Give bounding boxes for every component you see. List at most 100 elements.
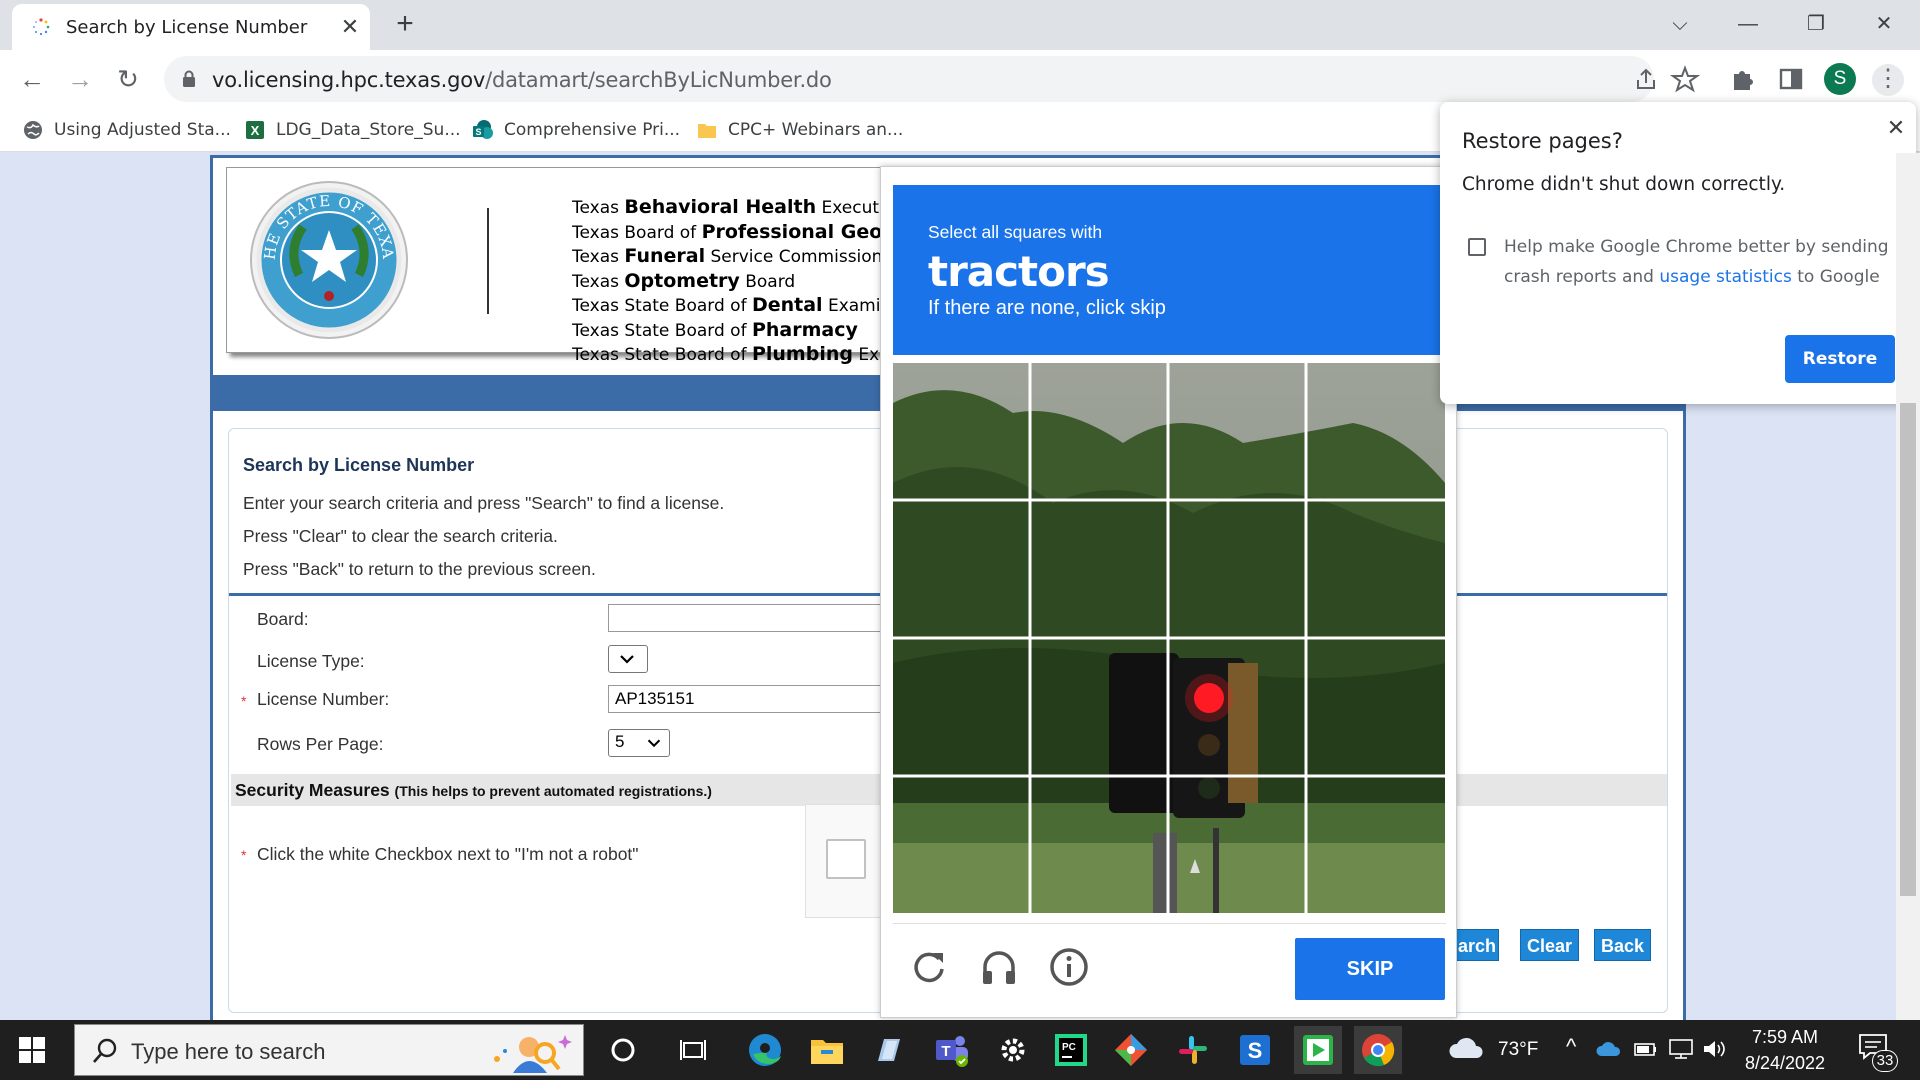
instruction-text: Enter your search criteria and press "Se… xyxy=(243,493,725,513)
forward-arrow-icon[interactable]: → xyxy=(64,64,96,96)
crash-report-label: Help make Google Chrome better by sendin… xyxy=(1504,237,1889,287)
info-icon[interactable] xyxy=(1047,945,1091,989)
grid-tile[interactable] xyxy=(1031,777,1167,913)
required-asterisk: * xyxy=(241,847,247,863)
grid-tile[interactable] xyxy=(1307,501,1443,637)
grid-tile[interactable] xyxy=(1169,363,1305,499)
grid-tile[interactable] xyxy=(1169,639,1305,775)
tab-close-icon[interactable]: ✕ xyxy=(336,13,364,41)
restore-button[interactable]: Restore xyxy=(1785,335,1895,383)
grid-tile[interactable] xyxy=(1031,363,1167,499)
grid-tile[interactable] xyxy=(1307,639,1443,775)
task-view-icon[interactable] xyxy=(672,1030,714,1070)
form-title: Search by License Number xyxy=(243,455,475,475)
taskbar-search[interactable]: Type here to search xyxy=(74,1024,584,1076)
new-tab-button[interactable]: + xyxy=(390,9,420,40)
bookmark-folder[interactable]: CPC+ Webinars an... xyxy=(696,116,903,144)
media-player-icon[interactable] xyxy=(1294,1026,1342,1074)
share-icon[interactable] xyxy=(1632,66,1660,94)
url-text: vo.licensing.hpc.texas.gov/datamart/sear… xyxy=(212,68,832,92)
rows-per-page-label: Rows Per Page: xyxy=(257,734,384,754)
tray-chevron-up-icon[interactable]: ^ xyxy=(1566,1034,1576,1060)
grid-tile[interactable] xyxy=(893,501,1029,637)
bookmark-item[interactable]: Using Adjusted Sta... xyxy=(22,116,231,144)
clear-button[interactable]: Clear xyxy=(1520,929,1580,961)
usage-statistics-link[interactable]: usage statistics xyxy=(1659,267,1791,287)
svg-text:T: T xyxy=(941,1043,950,1060)
bookmark-item[interactable]: S Comprehensive Pri... xyxy=(472,116,680,144)
profile-avatar[interactable]: S xyxy=(1824,63,1856,95)
rows-per-page-select[interactable]: 5 xyxy=(608,729,670,757)
minimize-button[interactable]: — xyxy=(1728,8,1768,40)
grid-tile[interactable] xyxy=(1031,501,1167,637)
page-scrollbar[interactable] xyxy=(1896,153,1920,1020)
back-button[interactable]: Back xyxy=(1594,929,1652,961)
svg-text:S: S xyxy=(1248,1038,1263,1063)
chevron-down-icon xyxy=(620,655,634,664)
notification-center[interactable]: 33 xyxy=(1858,1032,1902,1072)
loading-spinner-icon xyxy=(33,18,50,36)
close-window-button[interactable]: ✕ xyxy=(1864,8,1904,40)
temperature[interactable]: 73°F xyxy=(1498,1039,1538,1061)
grid-tile[interactable] xyxy=(1169,501,1305,637)
crash-report-checkbox[interactable] xyxy=(1468,238,1486,256)
browser-tab[interactable]: Search by License Number ✕ xyxy=(12,4,370,50)
required-asterisk: * xyxy=(241,693,247,709)
settings-gear-icon[interactable] xyxy=(992,1030,1034,1070)
grid-tile[interactable] xyxy=(893,639,1029,775)
grid-tile[interactable] xyxy=(1031,639,1167,775)
onedrive-icon[interactable] xyxy=(1596,1040,1622,1058)
s-app-icon[interactable]: S xyxy=(1234,1030,1276,1070)
reload-icon[interactable] xyxy=(907,945,951,989)
license-type-label: License Type: xyxy=(257,651,365,671)
chrome-menu-icon[interactable]: ⋮ xyxy=(1872,64,1904,96)
folder-icon xyxy=(698,124,716,138)
excel-icon: X xyxy=(246,121,264,139)
volume-icon[interactable] xyxy=(1702,1038,1726,1060)
grid-tile[interactable] xyxy=(1307,363,1443,499)
battery-icon[interactable] xyxy=(1634,1040,1658,1058)
challenge-image-grid xyxy=(893,363,1445,913)
grid-tile[interactable] xyxy=(1169,777,1305,913)
cortana-icon[interactable] xyxy=(602,1030,644,1070)
security-heading: Security Measures (This helps to prevent… xyxy=(235,780,712,800)
file-explorer-icon[interactable] xyxy=(806,1030,848,1070)
bookmark-star-icon[interactable] xyxy=(1670,64,1700,94)
notes-app-icon[interactable] xyxy=(868,1030,910,1070)
weather-cloud-icon[interactable] xyxy=(1448,1034,1486,1062)
search-button[interactable]: arch xyxy=(1455,929,1500,961)
network-icon[interactable] xyxy=(1668,1038,1694,1060)
chrome-icon[interactable] xyxy=(1354,1026,1402,1074)
edge-icon[interactable] xyxy=(744,1030,786,1070)
teams-icon[interactable]: T xyxy=(930,1030,972,1070)
license-number-input[interactable]: AP135151 xyxy=(608,685,908,713)
close-icon[interactable]: ✕ xyxy=(1882,114,1910,142)
globe-icon xyxy=(24,121,42,139)
side-panel-icon[interactable] xyxy=(1776,64,1806,94)
restore-window-button[interactable]: ❐ xyxy=(1796,8,1836,40)
extensions-puzzle-icon[interactable] xyxy=(1728,64,1758,94)
back-arrow-icon[interactable]: ← xyxy=(16,64,48,96)
address-bar[interactable]: vo.licensing.hpc.texas.gov/datamart/sear… xyxy=(164,56,1655,102)
reload-icon[interactable]: ↻ xyxy=(112,64,144,96)
scrollbar-thumb[interactable] xyxy=(1900,403,1916,896)
grid-tile[interactable] xyxy=(893,363,1029,499)
instruction-text: Press "Back" to return to the previous s… xyxy=(243,559,596,579)
git-tool-icon[interactable] xyxy=(1110,1030,1152,1070)
headphones-icon[interactable] xyxy=(977,945,1021,989)
bookmark-item[interactable]: X LDG_Data_Store_Su... xyxy=(244,116,461,144)
windows-start-icon[interactable] xyxy=(18,1036,46,1064)
slack-icon[interactable] xyxy=(1172,1030,1214,1070)
recaptcha-checkbox[interactable] xyxy=(826,839,866,879)
pycharm-icon[interactable]: PC xyxy=(1050,1030,1092,1070)
grid-tile[interactable] xyxy=(1307,777,1443,913)
restore-pages-popup: Restore pages? ✕ Chrome didn't shut down… xyxy=(1440,102,1916,404)
board-label: Board: xyxy=(257,609,309,629)
tab-strip: Search by License Number ✕ + ⌵ — ❐ ✕ xyxy=(0,0,1920,50)
system-clock[interactable]: 7:59 AM 8/24/2022 xyxy=(1730,1024,1840,1076)
license-type-select[interactable] xyxy=(608,645,648,673)
grid-tile[interactable] xyxy=(893,777,1029,913)
tab-search-chevron-icon[interactable]: ⌵ xyxy=(1660,8,1700,40)
skip-button[interactable]: SKIP xyxy=(1295,938,1445,1000)
board-input[interactable] xyxy=(608,604,908,632)
